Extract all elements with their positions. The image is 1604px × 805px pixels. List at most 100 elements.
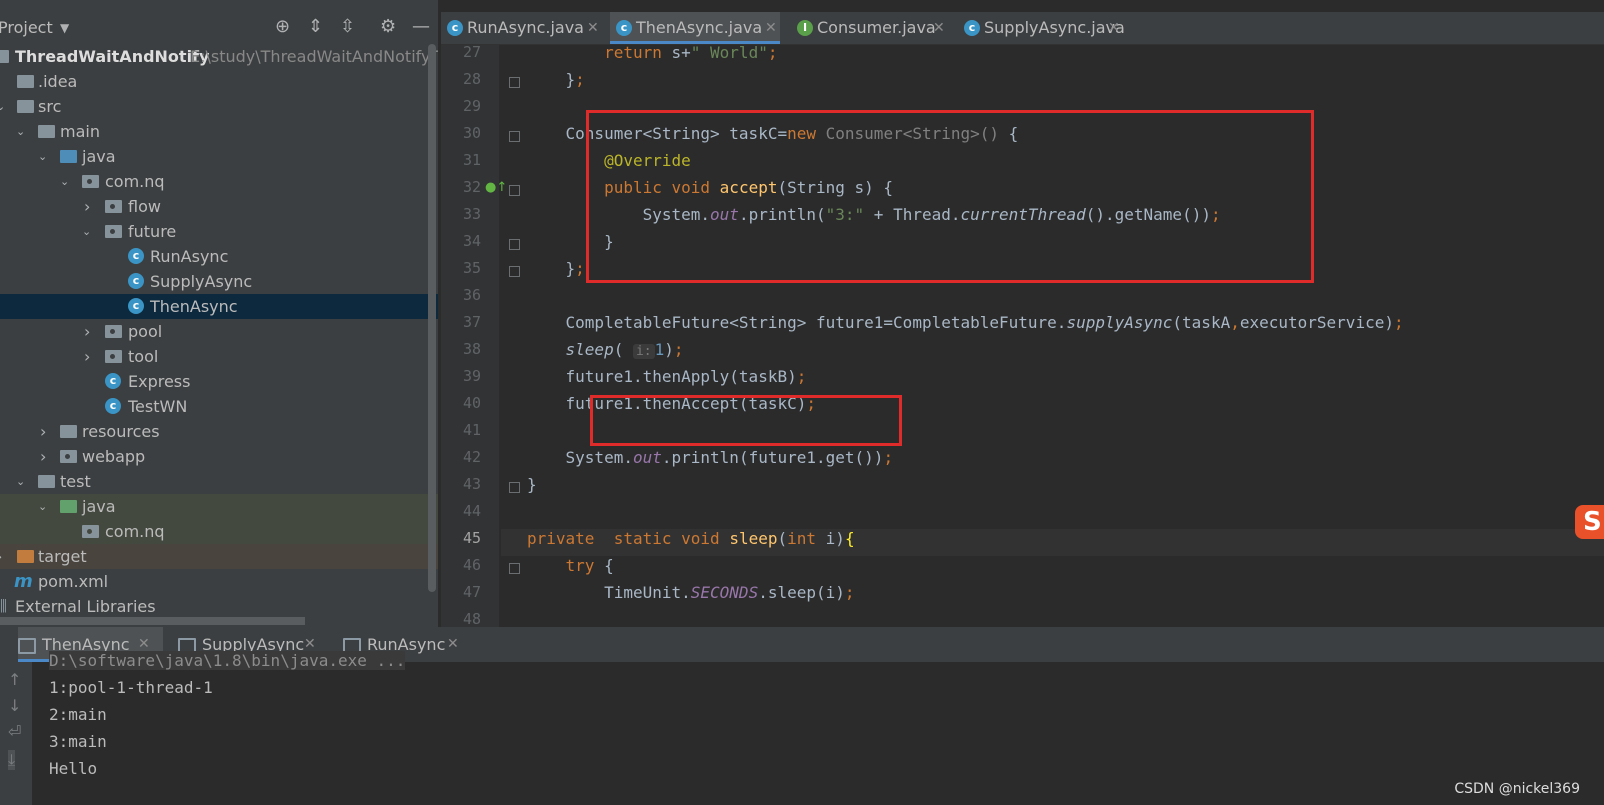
tree-item-tool[interactable]: › tool: [0, 344, 438, 369]
watermark: CSDN @nickel369: [1454, 781, 1580, 797]
tree-item-main[interactable]: ⌄ main: [0, 119, 438, 144]
console-output-line: Hello: [49, 759, 98, 778]
input-method-icon[interactable]: S: [1575, 505, 1604, 539]
tree-item-test-java[interactable]: ⌄ java: [0, 494, 438, 519]
tab-label: RunAsync.java: [467, 18, 584, 37]
tree-item-testwn[interactable]: c TestWN: [0, 394, 438, 419]
tree-item-runasync[interactable]: c RunAsync: [0, 244, 438, 269]
tree-item-flow[interactable]: › flow: [0, 194, 438, 219]
tree-item-express[interactable]: c Express: [0, 369, 438, 394]
line-number: 33: [462, 205, 481, 223]
chevron-right-icon[interactable]: ›: [84, 344, 90, 369]
tree-label: Express: [128, 372, 191, 391]
interface-icon: I: [797, 20, 813, 36]
arrow-down-icon[interactable]: ↓: [8, 696, 21, 715]
chevron-right-icon[interactable]: ›: [84, 319, 90, 344]
tree-item-pom[interactable]: m pom.xml: [0, 569, 438, 594]
chevron-right-icon[interactable]: ›: [40, 419, 46, 444]
tree-label: com.nq: [105, 522, 165, 541]
line-number: 37: [462, 313, 481, 331]
tree-label: future: [128, 222, 177, 241]
chevron-right-icon[interactable]: ›: [0, 544, 2, 569]
class-icon: c: [128, 298, 144, 314]
chevron-right-icon[interactable]: ›: [40, 444, 46, 469]
tree-horizontal-scrollbar[interactable]: [0, 617, 305, 625]
tree-item-external-libraries[interactable]: ⫼ External Libraries: [0, 594, 438, 619]
tab-consumer[interactable]: I Consumer.java ✕: [791, 12, 946, 44]
close-icon[interactable]: ✕: [765, 12, 777, 44]
library-icon: ⫼: [0, 597, 7, 615]
tree-item-pool[interactable]: › pool: [0, 319, 438, 344]
tab-thenasync[interactable]: c ThenAsync.java ✕: [610, 12, 780, 44]
tree-item-root[interactable]: ThreadWaitAndNotify E:\study\ThreadWaitA…: [0, 44, 438, 69]
tree-item-webapp[interactable]: › webapp: [0, 444, 438, 469]
class-icon: c: [447, 20, 463, 36]
tree-item-supplyasync[interactable]: c SupplyAsync: [0, 269, 438, 294]
tree-item-thenasync[interactable]: c ThenAsync: [0, 294, 438, 319]
close-icon[interactable]: ✕: [447, 627, 459, 662]
editor-tabs: c RunAsync.java ✕ c ThenAsync.java ✕ I C…: [441, 12, 1604, 45]
line-number: 42: [462, 448, 481, 466]
tree-vertical-scrollbar[interactable]: [428, 44, 436, 592]
tab-label: ThenAsync.java: [636, 18, 763, 37]
chevron-down-icon[interactable]: ⌄: [0, 94, 5, 119]
tree-item-java[interactable]: ⌄ java: [0, 144, 438, 169]
chevron-right-icon[interactable]: ›: [84, 194, 90, 219]
tab-supplyasync[interactable]: c SupplyAsync.java ✕: [958, 12, 1128, 44]
chevron-down-icon[interactable]: ⌄: [38, 144, 47, 169]
folder-icon: [0, 50, 9, 63]
tree-label: flow: [128, 197, 161, 216]
line-number: 39: [462, 367, 481, 385]
line-number: 36: [462, 286, 481, 304]
chevron-down-icon[interactable]: ⌄: [38, 494, 47, 519]
tree-item-target[interactable]: › target: [0, 544, 438, 569]
class-icon: c: [964, 20, 980, 36]
tree-label: RunAsync: [150, 247, 229, 266]
tree-item-test-com-nq[interactable]: com.nq: [0, 519, 438, 544]
chevron-down-icon[interactable]: ⌄: [82, 219, 91, 244]
tree-label: java: [82, 147, 116, 166]
close-icon[interactable]: ✕: [587, 12, 599, 44]
collapse-all-icon[interactable]: ⇳: [340, 16, 355, 37]
expand-all-icon[interactable]: ⇕: [308, 16, 323, 37]
arrow-up-icon[interactable]: ↑: [8, 670, 21, 689]
tree-label: SupplyAsync: [150, 272, 253, 291]
code-editor: c RunAsync.java ✕ c ThenAsync.java ✕ I C…: [441, 12, 1604, 627]
test-folder-icon: [60, 500, 77, 513]
locate-icon[interactable]: ⊕: [275, 16, 290, 37]
scroll-to-end-icon[interactable]: ⤓: [8, 750, 16, 770]
console-output-line: 3:main: [49, 732, 107, 751]
tab-runasync[interactable]: c RunAsync.java ✕: [441, 12, 599, 44]
tab-label: Consumer.java: [817, 18, 936, 37]
line-number: 31: [462, 151, 481, 169]
close-icon[interactable]: ✕: [933, 12, 945, 44]
chevron-down-icon[interactable]: ⌄: [60, 169, 69, 194]
gear-icon[interactable]: ⚙: [380, 16, 396, 37]
line-number-current: 45: [462, 529, 481, 547]
line-number: 38: [462, 340, 481, 358]
line-number: 48: [462, 610, 481, 627]
close-icon[interactable]: ✕: [1108, 12, 1120, 44]
dropdown-icon[interactable]: ▼: [60, 21, 69, 35]
chevron-down-icon[interactable]: ⌄: [16, 119, 25, 144]
line-number: 32: [462, 178, 481, 196]
tree-label: ThenAsync: [150, 297, 238, 316]
tab-label: SupplyAsync.java: [984, 18, 1125, 37]
tree-item-test[interactable]: ⌄ test: [0, 469, 438, 494]
tree-item-com-nq[interactable]: ⌄ com.nq: [0, 169, 438, 194]
line-number: 34: [462, 232, 481, 250]
tree-item-future[interactable]: ⌄ future: [0, 219, 438, 244]
class-icon: c: [128, 273, 144, 289]
class-icon: c: [616, 20, 632, 36]
tree-item-resources[interactable]: › resources: [0, 419, 438, 444]
chevron-down-icon[interactable]: ⌄: [16, 469, 25, 494]
tree-item-idea[interactable]: › .idea: [0, 69, 438, 94]
project-title[interactable]: Project: [0, 18, 53, 37]
minimize-icon[interactable]: —: [412, 16, 430, 37]
tree-label: com.nq: [105, 172, 165, 191]
run-command: D:\software\java\1.8\bin\java.exe ...: [49, 651, 406, 670]
folder-icon: [38, 125, 55, 138]
tree-label: main: [60, 122, 100, 141]
soft-wrap-icon[interactable]: ⏎: [8, 722, 21, 741]
tree-item-src[interactable]: ⌄ src: [0, 94, 438, 119]
